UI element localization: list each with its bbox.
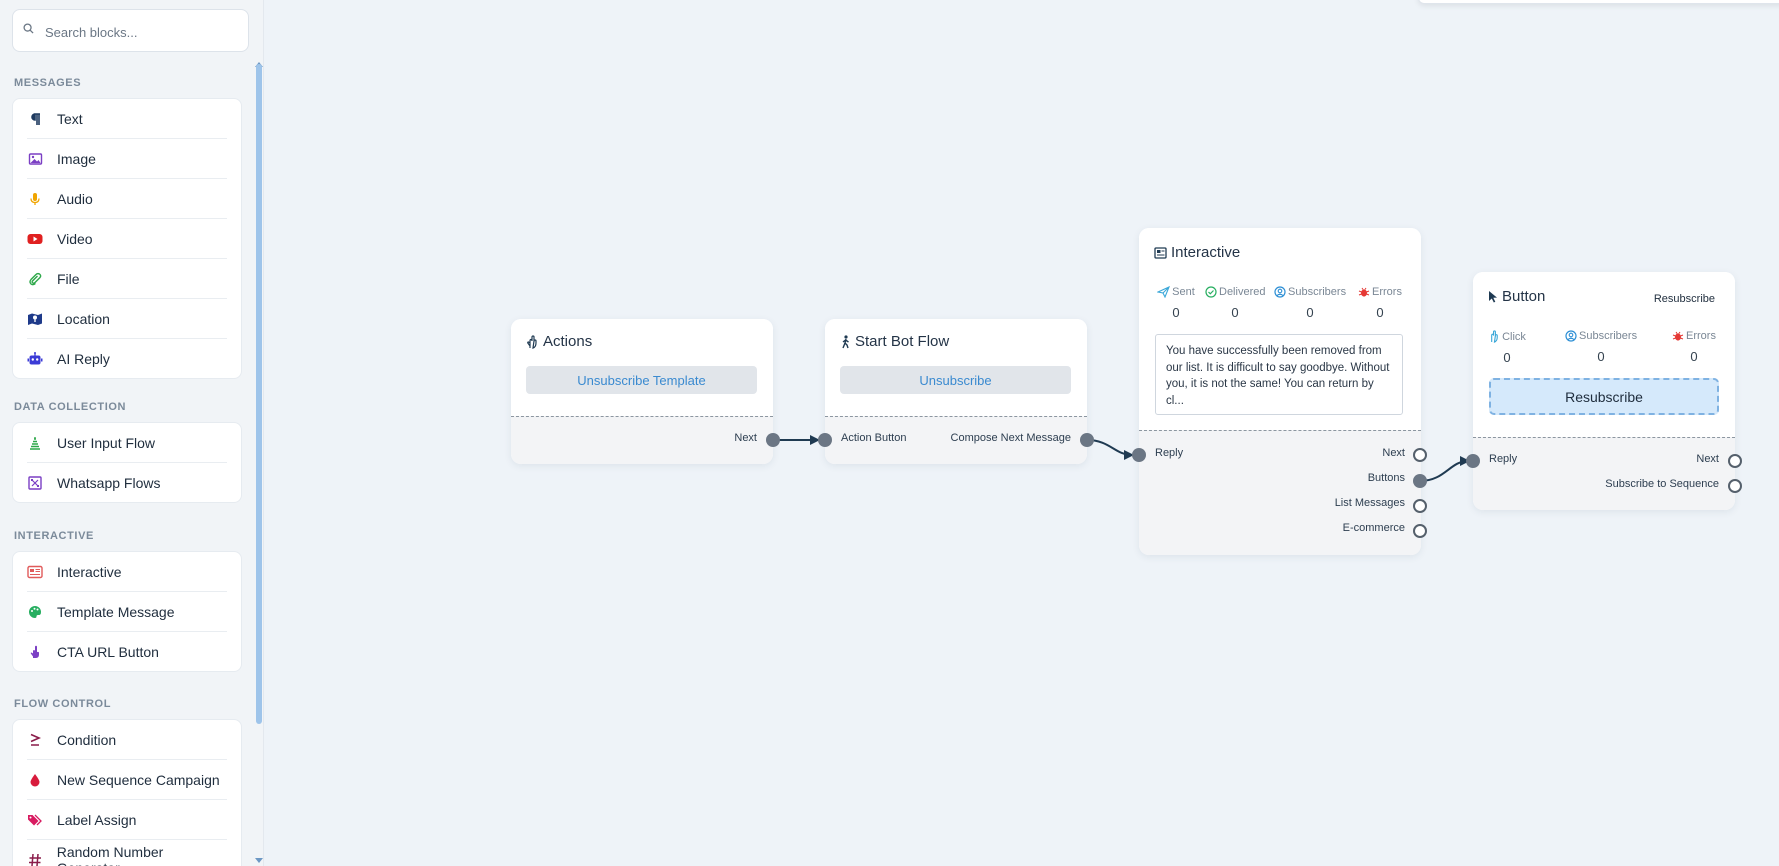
cursor-icon xyxy=(1489,291,1497,303)
stat-button-errors-value: 0 xyxy=(1690,349,1698,364)
interactive-list-messages-port[interactable] xyxy=(1413,499,1427,513)
interactive-reply-port[interactable] xyxy=(1132,448,1146,462)
button-node[interactable]: Button Resubscribe Click 0 Subscribers 0… xyxy=(1473,272,1735,510)
actions-next-port[interactable] xyxy=(766,433,780,447)
stat-delivered-label: Delivered xyxy=(1219,286,1266,298)
stat-button-subscribers: Subscribers 0 xyxy=(1565,330,1637,364)
walking-person-icon xyxy=(842,334,849,348)
interactive-node-title: Interactive xyxy=(1154,244,1240,261)
start-bot-flow-title: Start Bot Flow xyxy=(840,333,949,350)
stat-errors-label: Errors xyxy=(1372,286,1402,298)
interactive-reply-label: Reply xyxy=(1155,447,1184,459)
stat-delivered-value: 0 xyxy=(1231,305,1239,320)
user-circle-icon xyxy=(1274,286,1286,298)
edge-start-bot-flow-to-interactive xyxy=(1086,439,1134,460)
unsubscribe-template-pill[interactable]: Unsubscribe Template xyxy=(526,366,757,394)
button-next-port[interactable] xyxy=(1728,454,1742,468)
stat-subscribers-value: 0 xyxy=(1306,305,1314,320)
unsubscribe-pill[interactable]: Unsubscribe xyxy=(840,366,1071,394)
button-node-footer: Reply Next Subscribe to Sequence xyxy=(1473,437,1735,510)
stat-click-value: 0 xyxy=(1503,350,1511,365)
resubscribe-button[interactable]: Resubscribe xyxy=(1489,378,1719,415)
button-reply-port[interactable] xyxy=(1466,454,1480,468)
button-next-label: Next xyxy=(1696,453,1719,465)
output-ecommerce-label: E-commerce xyxy=(1342,522,1405,534)
button-subtitle: Resubscribe xyxy=(1653,293,1715,305)
interactive-title-text: Interactive xyxy=(1171,244,1241,261)
stat-subscribers: Subscribers 0 xyxy=(1274,286,1346,320)
stat-button-subscribers-label: Subscribers xyxy=(1579,330,1638,342)
start-bot-flow-title-text: Start Bot Flow xyxy=(855,333,950,350)
start-bot-flow-node[interactable]: Start Bot Flow Unsubscribe Action Button… xyxy=(825,319,1087,464)
stat-button-subscribers-value: 0 xyxy=(1597,349,1605,364)
actions-node[interactable]: Actions Unsubscribe Template Next xyxy=(511,319,773,464)
stat-subscribers-label: Subscribers xyxy=(1288,286,1347,298)
interactive-node-footer: Reply Next Buttons List Messages E-comme… xyxy=(1139,430,1421,555)
check-circle-icon xyxy=(1205,286,1217,298)
subscribe-to-sequence-port[interactable] xyxy=(1728,479,1742,493)
stat-sent: Sent 0 xyxy=(1156,286,1196,320)
interactive-node[interactable]: Interactive Sent 0 Delivered 0 Subscribe… xyxy=(1139,228,1421,555)
actions-next-label: Next xyxy=(734,432,757,444)
stat-button-errors: Errors 0 xyxy=(1669,330,1719,364)
bug-icon xyxy=(1358,287,1370,297)
send-icon xyxy=(1157,286,1171,298)
compose-next-message-port[interactable] xyxy=(1080,433,1094,447)
stat-click-label: Click xyxy=(1502,330,1526,343)
stat-delivered: Delivered 0 xyxy=(1205,286,1265,320)
button-node-title: Button xyxy=(1488,288,1545,305)
user-circle-icon xyxy=(1565,330,1577,342)
newspaper-icon xyxy=(1154,246,1167,259)
stat-sent-label: Sent xyxy=(1172,286,1195,298)
start-bot-flow-input-port[interactable] xyxy=(818,433,832,447)
actions-node-title: Actions xyxy=(526,333,592,350)
stat-errors-value: 0 xyxy=(1376,305,1384,320)
actions-node-footer: Next xyxy=(511,416,773,464)
interactive-message-preview[interactable]: You have successfully been removed from … xyxy=(1155,334,1403,415)
actions-title-text: Actions xyxy=(543,333,593,350)
hand-pointer-icon xyxy=(527,334,537,349)
action-button-label: Action Button xyxy=(841,432,907,444)
interactive-ecommerce-port[interactable] xyxy=(1413,524,1427,538)
compose-next-message-label: Compose Next Message xyxy=(950,432,1071,444)
subscribe-to-sequence-label: Subscribe to Sequence xyxy=(1605,478,1719,490)
button-title-text: Button xyxy=(1502,288,1546,305)
output-next-label: Next xyxy=(1382,447,1405,459)
stat-errors: Errors 0 xyxy=(1355,286,1405,320)
edge-interactive-buttons-to-button xyxy=(1419,456,1470,482)
interactive-buttons-port[interactable] xyxy=(1413,474,1427,488)
stat-click: Click 0 xyxy=(1487,330,1527,365)
button-reply-label: Reply xyxy=(1489,453,1518,465)
stat-sent-value: 0 xyxy=(1172,305,1180,320)
interactive-next-port[interactable] xyxy=(1413,448,1427,462)
output-buttons-label: Buttons xyxy=(1367,472,1405,484)
output-list-messages-label: List Messages xyxy=(1334,497,1405,509)
hand-pointer-icon xyxy=(1491,330,1498,343)
stat-button-errors-label: Errors xyxy=(1686,330,1716,342)
bug-icon xyxy=(1672,331,1684,341)
start-bot-flow-footer: Action Button Compose Next Message xyxy=(825,416,1087,464)
